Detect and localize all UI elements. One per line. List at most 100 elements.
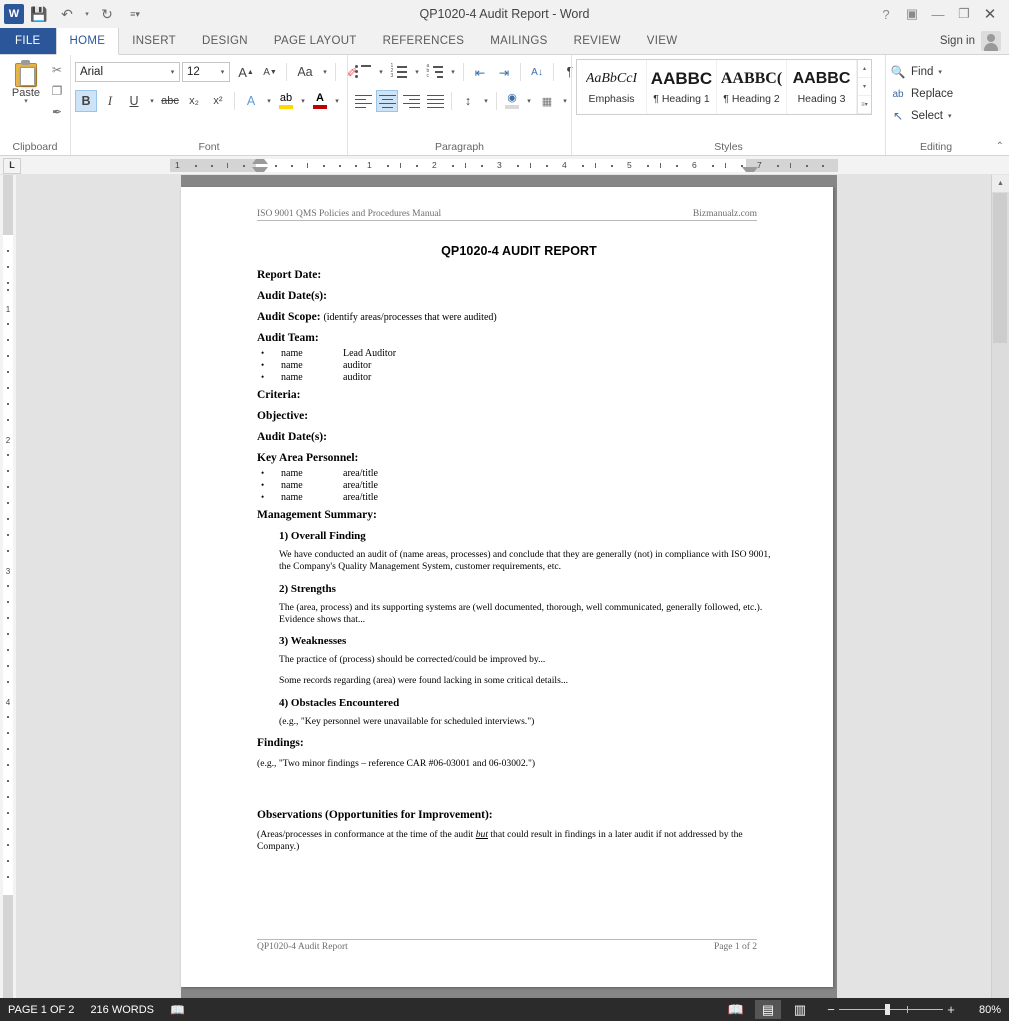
sort-icon[interactable]: A↓ — [526, 61, 548, 83]
scroll-up-icon[interactable]: ▲ — [992, 175, 1009, 192]
decrease-indent-icon[interactable]: ⇤ — [469, 61, 491, 83]
bold-button[interactable]: B — [75, 90, 97, 112]
document-page[interactable]: ISO 9001 QMS Policies and Procedures Man… — [181, 187, 833, 987]
close-button[interactable]: ✕ — [977, 3, 1003, 25]
chevron-down-icon[interactable]: ▾ — [166, 68, 179, 76]
restore-button[interactable]: ❐ — [951, 3, 977, 25]
tab-mailings[interactable]: MAILINGS — [477, 28, 560, 54]
save-icon[interactable]: 💾 — [26, 3, 52, 25]
chevron-down-icon[interactable]: ▾ — [560, 90, 570, 112]
styles-more-icon[interactable]: ≡▾ — [858, 96, 871, 114]
line-spacing-icon[interactable]: ↕ — [457, 90, 479, 112]
avatar[interactable] — [981, 31, 1001, 51]
help-button[interactable]: ? — [873, 3, 899, 25]
horizontal-ruler[interactable]: 1 1 2 3 4 5 6 7 — [170, 159, 838, 172]
font-size-combo[interactable]: 12 ▾ — [182, 62, 230, 82]
vertical-ruler[interactable]: 1 2 3 4 — [0, 175, 16, 998]
chevron-down-icon[interactable]: ▾ — [412, 61, 422, 83]
vertical-scrollbar[interactable]: ▲ — [991, 175, 1009, 998]
numbered-list-icon[interactable]: 123 — [388, 61, 410, 83]
collapse-ribbon-icon[interactable]: ⌃ — [996, 141, 1004, 152]
customize-qat-icon[interactable]: ≡▾ — [122, 3, 148, 25]
zoom-in-button[interactable]: + — [943, 1002, 959, 1017]
chevron-down-icon[interactable]: ▾ — [298, 90, 308, 112]
find-button[interactable]: 🔍 Find ▾ — [890, 61, 942, 83]
replace-button[interactable]: ab Replace — [890, 83, 953, 105]
tab-page-layout[interactable]: PAGE LAYOUT — [261, 28, 370, 54]
tab-view[interactable]: VIEW — [634, 28, 691, 54]
zoom-level[interactable]: 80% — [969, 1004, 1001, 1016]
word-count[interactable]: 216 WORDS — [90, 1004, 154, 1016]
proofing-icon[interactable]: 📖 — [170, 1003, 185, 1017]
shading-icon[interactable]: ◉ — [502, 90, 522, 112]
tab-home[interactable]: HOME — [55, 28, 120, 55]
align-left-icon[interactable] — [352, 90, 374, 112]
underline-button[interactable]: U — [123, 90, 145, 112]
chevron-down-icon[interactable]: ▾ — [481, 90, 491, 112]
undo-dropdown-icon[interactable]: ▾ — [82, 3, 92, 25]
page-indicator[interactable]: PAGE 1 OF 2 — [8, 1004, 74, 1016]
change-case-icon[interactable]: Aa — [292, 61, 318, 83]
paste-button[interactable]: Paste ▾ — [4, 58, 48, 105]
ribbon-display-options-button[interactable]: ▣ — [899, 3, 925, 25]
chevron-down-icon[interactable]: ▾ — [948, 112, 952, 120]
cut-icon[interactable]: ✂ — [48, 61, 66, 78]
zoom-out-button[interactable]: − — [823, 1002, 839, 1017]
word-app-icon[interactable]: W — [4, 4, 24, 24]
align-right-icon[interactable] — [400, 90, 422, 112]
document-body[interactable]: QP1020-4 AUDIT REPORT Report Date: Audit… — [257, 244, 781, 863]
justify-icon[interactable] — [424, 90, 446, 112]
chevron-down-icon[interactable]: ▾ — [147, 90, 157, 112]
increase-indent-icon[interactable]: ⇥ — [493, 61, 515, 83]
copy-icon[interactable]: ❐ — [48, 82, 66, 99]
tab-insert[interactable]: INSERT — [119, 28, 189, 54]
zoom-track[interactable] — [839, 1004, 943, 1015]
text-highlight-color-button[interactable]: ab — [276, 90, 296, 112]
styles-scroll-up-icon[interactable]: ▴ — [858, 60, 871, 78]
grow-font-icon[interactable]: A ▲ — [235, 61, 257, 83]
hanging-indent-marker[interactable] — [252, 167, 268, 172]
format-painter-icon[interactable]: ✒ — [48, 103, 66, 120]
superscript-button[interactable]: x² — [207, 90, 229, 112]
font-name-combo[interactable]: Arial ▾ — [75, 62, 180, 82]
undo-icon[interactable]: ↶ — [54, 3, 80, 25]
italic-button[interactable]: I — [99, 90, 121, 112]
chevron-down-icon[interactable]: ▾ — [938, 68, 942, 76]
styles-gallery-scroll[interactable]: ▴ ▾ ≡▾ — [857, 60, 871, 114]
tab-review[interactable]: REVIEW — [561, 28, 634, 54]
styles-scroll-down-icon[interactable]: ▾ — [858, 78, 871, 96]
chevron-down-icon[interactable]: ▾ — [524, 90, 534, 112]
align-center-icon[interactable] — [376, 90, 398, 112]
bullet-list-icon[interactable] — [352, 61, 374, 83]
style-emphasis[interactable]: AaBbCcI Emphasis — [577, 60, 647, 114]
redo-icon[interactable]: ↻ — [94, 3, 120, 25]
shrink-font-icon[interactable]: A ▼ — [259, 61, 281, 83]
zoom-handle[interactable] — [885, 1004, 890, 1015]
chevron-down-icon[interactable]: ▾ — [376, 61, 386, 83]
tab-file[interactable]: FILE — [0, 28, 56, 54]
multilevel-list-icon[interactable]: abc — [424, 61, 446, 83]
read-mode-button[interactable]: 📖 — [723, 1000, 749, 1019]
print-layout-button[interactable]: ▤ — [755, 1000, 781, 1019]
sign-in-area[interactable]: Sign in — [940, 28, 1009, 54]
chevron-down-icon[interactable]: ▾ — [320, 61, 330, 83]
first-line-indent-marker[interactable] — [252, 159, 268, 164]
font-color-button[interactable]: A — [310, 90, 330, 112]
style-heading-1[interactable]: AABBC ¶ Heading 1 — [647, 60, 717, 114]
chevron-down-icon[interactable]: ▾ — [332, 90, 342, 112]
tab-stop-selector[interactable]: L — [3, 158, 21, 174]
subscript-button[interactable]: x₂ — [183, 90, 205, 112]
minimize-button[interactable]: — — [925, 3, 951, 25]
chevron-down-icon[interactable]: ▾ — [264, 90, 274, 112]
zoom-slider[interactable]: − + — [823, 1002, 959, 1017]
chevron-down-icon[interactable]: ▾ — [24, 98, 28, 105]
strikethrough-button[interactable]: abc — [159, 90, 181, 112]
scrollbar-thumb[interactable] — [993, 193, 1007, 343]
tab-design[interactable]: DESIGN — [189, 28, 261, 54]
chevron-down-icon[interactable]: ▾ — [216, 68, 229, 76]
text-effects-icon[interactable]: A — [240, 90, 262, 112]
web-layout-button[interactable]: ▥ — [787, 1000, 813, 1019]
tab-references[interactable]: REFERENCES — [370, 28, 478, 54]
style-heading-2[interactable]: AABBC( ¶ Heading 2 — [717, 60, 787, 114]
styles-gallery[interactable]: AaBbCcI Emphasis AABBC ¶ Heading 1 AABBC… — [576, 59, 872, 115]
